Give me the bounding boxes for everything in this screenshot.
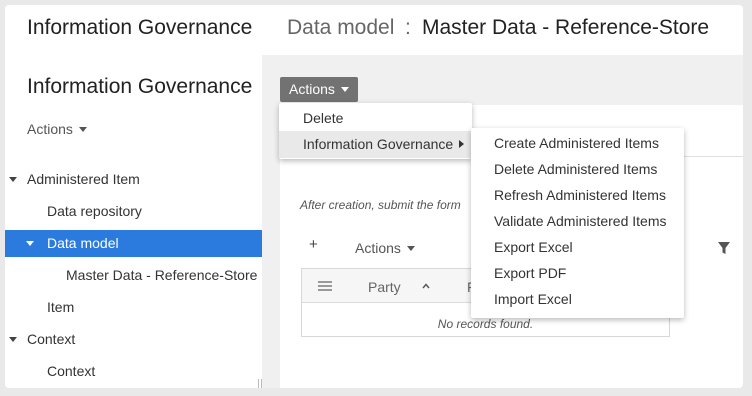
tree-item-data-model[interactable]: Data model [5, 230, 262, 257]
tree-item-data-repository[interactable]: Data repository [5, 198, 262, 225]
submenu-item-export-excel[interactable]: Export Excel [471, 234, 684, 260]
chevron-right-icon [459, 140, 464, 148]
form-hint-text: After creation, submit the form [300, 198, 461, 212]
tree-item-label: Data model [47, 235, 119, 251]
caret-down-icon [340, 87, 349, 92]
tree-expand-icon[interactable] [9, 337, 17, 342]
breadcrumb-current: Master Data - Reference-Store [422, 16, 710, 39]
submenu-item-create-administered-items[interactable]: Create Administered Items [471, 130, 684, 156]
caret-down-icon [406, 246, 415, 251]
tree-item-label: Item [47, 299, 75, 315]
tree-item-label: Administered Item [27, 171, 140, 187]
tree-item-label: Context [27, 331, 76, 347]
grid-actions-label: Actions [355, 240, 401, 256]
tree-item-item[interactable]: Item [5, 294, 262, 321]
sidebar-title: Information Governance [27, 75, 253, 98]
breadcrumb-data-model[interactable]: Data model [287, 16, 394, 40]
tree-expand-icon[interactable] [9, 177, 17, 182]
column-menu-icon[interactable] [318, 281, 332, 292]
submenu-item-refresh-administered-items[interactable]: Refresh Administered Items [471, 182, 684, 208]
actions-button[interactable]: Actions [280, 77, 358, 102]
tree-item-label: Master Data - Reference-Store [66, 267, 258, 283]
menu-item-label: Information Governance [303, 136, 454, 152]
information-governance-submenu: Create Administered Items Delete Adminis… [471, 128, 684, 318]
column-header-party[interactable]: Party [368, 279, 401, 295]
caret-down-icon [78, 127, 87, 132]
menu-item-label: Delete [303, 110, 344, 126]
breadcrumb-separator: : [405, 16, 411, 39]
tree-expand-icon[interactable] [26, 241, 34, 246]
tree-item-label: Data repository [47, 203, 142, 219]
actions-button-label: Actions [289, 81, 335, 97]
tree-item-administered-item[interactable]: Administered Item [5, 166, 262, 193]
app-title: Information Governance [27, 16, 253, 39]
submenu-item-export-pdf[interactable]: Export PDF [471, 260, 684, 286]
add-icon[interactable]: + [309, 236, 318, 253]
grid-actions-menu[interactable]: Actions [355, 240, 415, 256]
menu-item-information-governance[interactable]: Information Governance [279, 131, 472, 158]
menu-item-delete[interactable]: Delete [279, 105, 472, 132]
submenu-item-validate-administered-items[interactable]: Validate Administered Items [471, 208, 684, 234]
header: Information Governance Data model : Mast… [5, 5, 743, 55]
sidebar: Information Governance Actions Administe… [5, 55, 262, 388]
tree-item-master-data[interactable]: Master Data - Reference-Store [5, 262, 262, 289]
filter-icon[interactable] [718, 242, 730, 255]
sidebar-actions-label: Actions [27, 121, 73, 137]
tree-item-label: Context [47, 363, 96, 379]
sidebar-actions-menu[interactable]: Actions [27, 121, 87, 137]
tree-item-context[interactable]: Context [5, 358, 262, 385]
submenu-item-import-excel[interactable]: Import Excel [471, 286, 684, 312]
actions-dropdown-menu: Delete Information Governance [279, 103, 472, 159]
submenu-item-delete-administered-items[interactable]: Delete Administered Items [471, 156, 684, 182]
sort-ascending-icon[interactable] [422, 282, 430, 290]
empty-message: No records found. [437, 317, 534, 331]
tree-item-context-group[interactable]: Context [5, 326, 262, 353]
